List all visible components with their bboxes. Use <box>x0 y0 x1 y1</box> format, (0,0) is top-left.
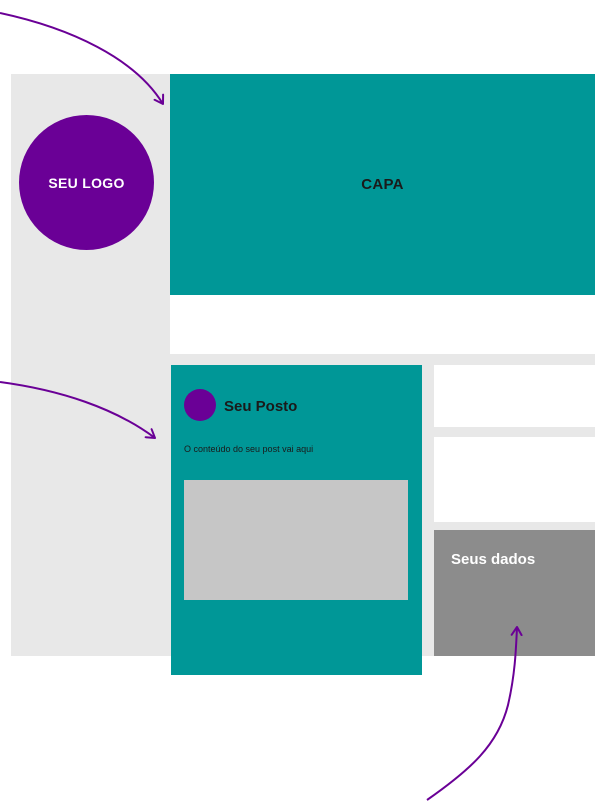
logo-circle: SEU LOGO <box>19 115 154 250</box>
logo-label: SEU LOGO <box>48 174 125 191</box>
post-text: O conteúdo do seu post vai aqui <box>184 444 314 454</box>
side-box-middle <box>434 437 595 522</box>
cover-area: CAPA <box>170 74 595 295</box>
post-title: Seu Posto <box>224 398 298 415</box>
post-image-placeholder <box>184 480 408 600</box>
data-box: Seus dados <box>434 530 595 656</box>
post-avatar <box>184 389 216 421</box>
post-card: Seu Posto O conteúdo do seu post vai aqu… <box>171 365 422 675</box>
cover-label: CAPA <box>361 176 404 193</box>
cover-bottom-band <box>170 295 595 354</box>
side-box-top <box>434 365 595 427</box>
data-box-label: Seus dados <box>451 551 536 568</box>
